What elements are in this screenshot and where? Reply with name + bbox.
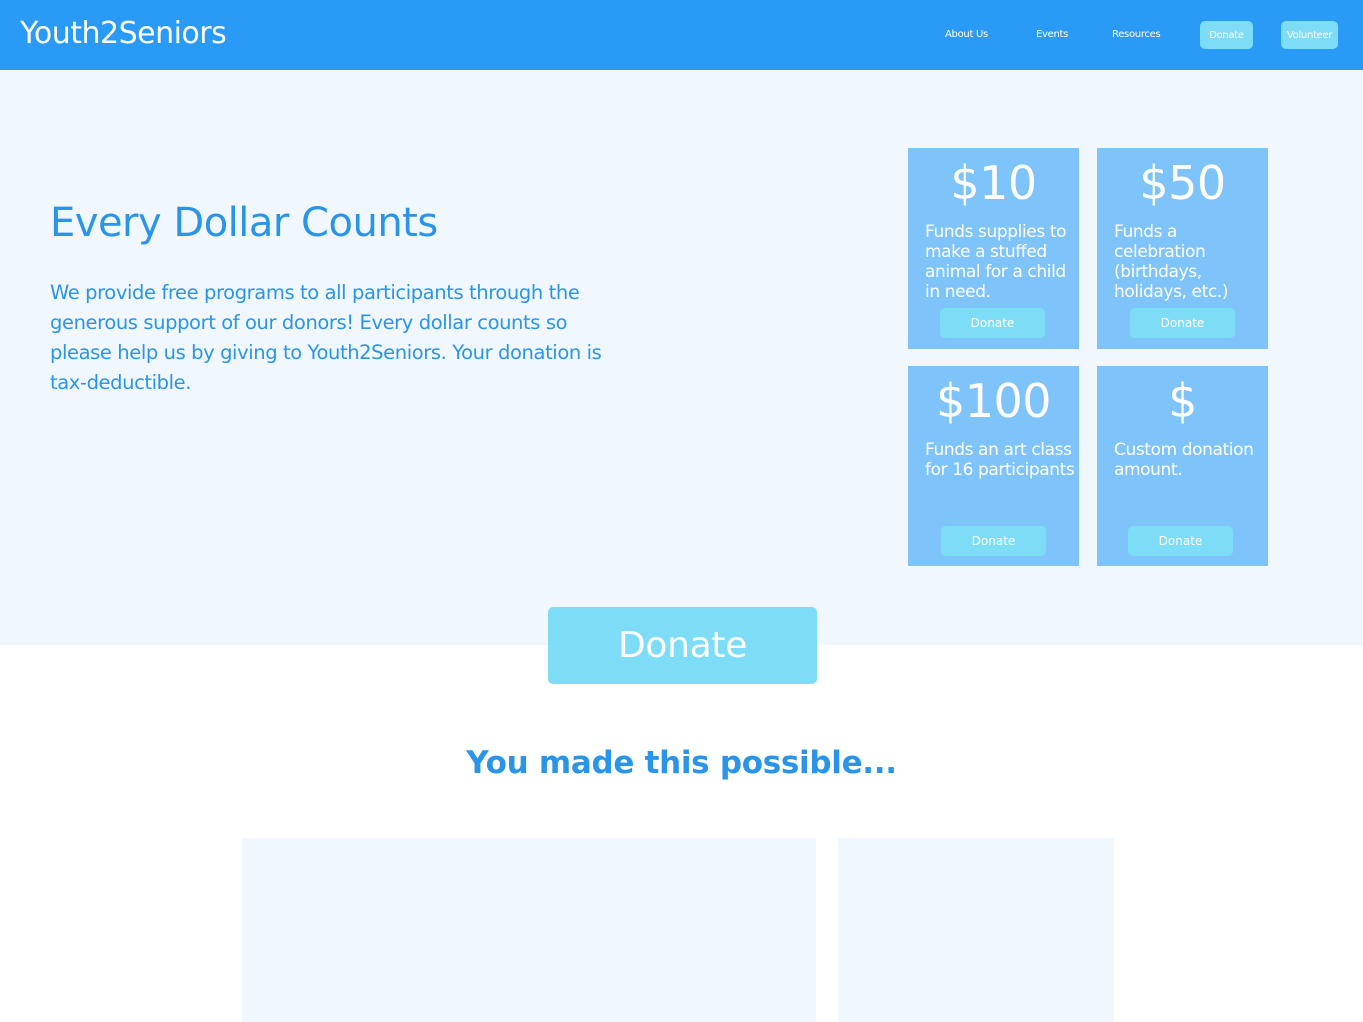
donation-amount: $100 [935, 374, 1052, 428]
gallery-heading: You made this possible... [466, 745, 897, 781]
donation-description: Funds supplies to make a stuffed animal … [925, 222, 1067, 302]
donation-amount: $10 [950, 156, 1037, 210]
donation-description: Funds a celebration (birthdays, holidays… [1114, 222, 1229, 302]
donation-card-custom: $ Custom donation amount. Donate [1097, 366, 1268, 566]
donate-10-button[interactable]: Donate [940, 308, 1045, 338]
donation-card-10: $10 Funds supplies to make a stuffed ani… [908, 148, 1079, 349]
site-logo[interactable]: Youth2Seniors [20, 16, 227, 51]
donation-card-100: $100 Funds an art class for 16 participa… [908, 366, 1079, 566]
nav-link-resources[interactable]: Resources [1112, 29, 1161, 40]
top-navbar: Youth2Seniors About Us Events Resources … [0, 0, 1363, 70]
donate-50-button[interactable]: Donate [1130, 308, 1235, 338]
donate-100-button[interactable]: Donate [941, 526, 1046, 556]
hero-description: We provide free programs to all particip… [50, 281, 602, 394]
nav-link-events[interactable]: Events [1036, 29, 1068, 40]
donation-amount: $ [1168, 374, 1197, 428]
donation-amount: $50 [1139, 156, 1226, 210]
donation-description: Funds an art class for 16 participants [925, 440, 1075, 480]
gallery-image-placeholder [838, 838, 1114, 1022]
donate-custom-button[interactable]: Donate [1128, 526, 1233, 556]
gallery-image-placeholder [242, 838, 816, 1022]
nav-donate-button[interactable]: Donate [1200, 21, 1253, 49]
donation-card-50: $50 Funds a celebration (birthdays, holi… [1097, 148, 1268, 349]
main-donate-button[interactable]: Donate [548, 607, 817, 684]
nav-volunteer-button[interactable]: Volunteer [1281, 21, 1338, 49]
page-title: Every Dollar Counts [50, 200, 438, 246]
nav-link-about-us[interactable]: About Us [945, 29, 988, 40]
donation-description: Custom donation amount. [1114, 440, 1254, 480]
